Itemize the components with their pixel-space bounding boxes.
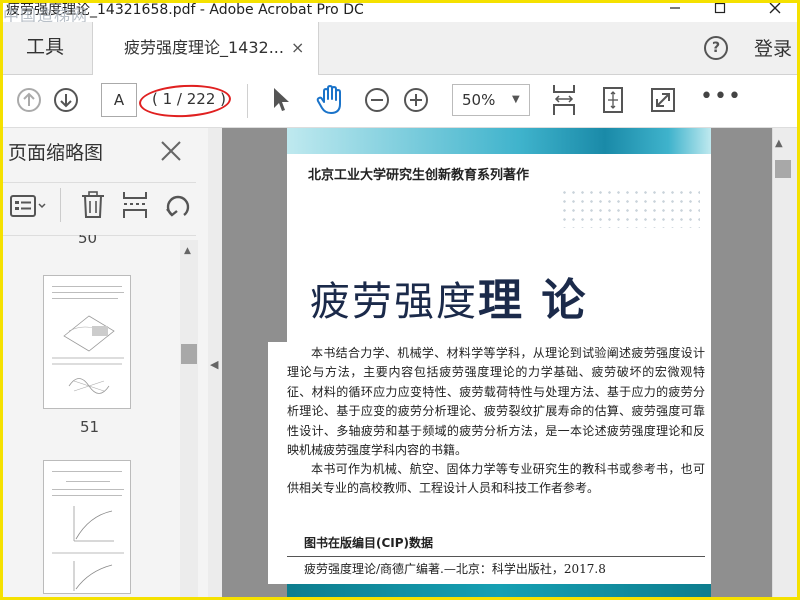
thumbnail-page-number: 51 bbox=[80, 418, 100, 436]
scroll-up-icon[interactable]: ▲ bbox=[775, 138, 783, 149]
cover-banner bbox=[287, 128, 711, 154]
decorative-dots bbox=[560, 188, 700, 228]
next-page-button[interactable] bbox=[53, 87, 79, 117]
insert-page-button[interactable] bbox=[121, 190, 149, 224]
minimize-button[interactable] bbox=[652, 0, 698, 20]
zoom-level-value: 50% bbox=[462, 91, 496, 109]
chevron-left-icon: ◀ bbox=[210, 358, 219, 371]
cursor-arrow-icon bbox=[274, 88, 289, 111]
thumbnail-scrollbar[interactable] bbox=[180, 240, 198, 600]
expand-icon bbox=[651, 88, 675, 112]
fit-width-icon bbox=[553, 85, 575, 115]
close-icon bbox=[161, 141, 181, 161]
book-title-part1: 疲劳强度 bbox=[310, 279, 478, 325]
zoom-in-icon bbox=[404, 88, 428, 112]
book-title: 疲劳强度理 论 bbox=[310, 264, 587, 328]
rotate-icon bbox=[166, 195, 190, 217]
thumbnail-list: 50 51 bbox=[0, 235, 180, 600]
document-scrollbar-thumb[interactable] bbox=[775, 160, 791, 178]
login-button[interactable]: 登录 bbox=[754, 22, 792, 76]
page-thumbnail[interactable] bbox=[43, 275, 131, 409]
cover-bottom-band bbox=[287, 584, 711, 600]
more-options-icon[interactable]: ••• bbox=[700, 82, 742, 112]
help-icon[interactable]: ? bbox=[704, 36, 728, 60]
previous-page-button[interactable] bbox=[16, 87, 42, 117]
maximize-button[interactable] bbox=[697, 0, 743, 20]
close-icon bbox=[769, 2, 781, 14]
page-number-input[interactable]: A bbox=[101, 83, 137, 117]
full-screen-button[interactable] bbox=[649, 86, 677, 118]
thumbnail-figure bbox=[52, 315, 124, 394]
tab-document-label: 疲劳强度理论_1432... bbox=[124, 38, 284, 57]
select-tool-button[interactable] bbox=[270, 86, 292, 118]
options-menu-icon bbox=[10, 195, 46, 217]
description-paragraph: 本书结合力学、机械学、材料学等学科，从理论到试验阐述疲劳强度设计理论与方法，主要… bbox=[287, 346, 705, 458]
zoom-out-icon bbox=[365, 88, 389, 112]
thumbnail-options-button[interactable] bbox=[10, 193, 48, 223]
minimize-icon bbox=[670, 7, 680, 9]
close-window-button[interactable] bbox=[752, 0, 798, 20]
window-title: 疲劳强度理论_14321658.pdf - Adobe Acrobat Pro … bbox=[6, 2, 364, 18]
hand-icon bbox=[316, 85, 341, 114]
page-thumbnail[interactable] bbox=[43, 460, 131, 594]
series-title: 北京工业大学研究生创新教育系列著作 bbox=[308, 168, 530, 183]
fit-page-button[interactable] bbox=[600, 86, 626, 118]
pane-close-button[interactable] bbox=[160, 136, 182, 169]
rotate-page-button[interactable] bbox=[163, 191, 193, 225]
cip-data-line: 疲劳强度理论/商德广编著.—北京：科学出版社，2017.8 bbox=[304, 562, 606, 576]
fit-page-icon bbox=[603, 87, 623, 113]
thumbnail-scrollbar-thumb[interactable] bbox=[181, 344, 197, 364]
hand-tool-button[interactable] bbox=[316, 84, 346, 120]
thumbnail-figure bbox=[52, 506, 124, 591]
toolbar-divider bbox=[247, 84, 248, 118]
pane-toolbar-divider bbox=[60, 188, 61, 222]
fit-width-button[interactable] bbox=[551, 83, 577, 121]
document-scrollbar[interactable] bbox=[772, 128, 797, 600]
thumbnail-page-number: 50 bbox=[78, 235, 98, 247]
scroll-up-icon[interactable]: ▲ bbox=[184, 246, 191, 256]
arrow-down-icon bbox=[54, 88, 78, 112]
zoom-out-button[interactable] bbox=[364, 87, 390, 117]
chevron-down-icon: ▼ bbox=[512, 94, 520, 105]
trash-icon bbox=[82, 191, 104, 218]
tab-close-button[interactable]: × bbox=[291, 22, 304, 74]
arrow-up-icon bbox=[17, 88, 41, 112]
zoom-in-button[interactable] bbox=[403, 87, 429, 117]
tab-tools[interactable]: 工具 bbox=[0, 22, 90, 74]
cip-heading: 图书在版编目(CIP)数据 bbox=[304, 536, 434, 550]
maximize-icon bbox=[714, 2, 726, 14]
delete-page-button[interactable] bbox=[80, 190, 106, 224]
insert-page-icon bbox=[123, 192, 147, 218]
book-title-part2: 理 论 bbox=[478, 275, 588, 326]
audience-paragraph: 本书可作为机械、航空、固体力学等专业研究生的教科书或参考书，也可供相关专业的高校… bbox=[287, 462, 705, 496]
pane-title: 页面缩略图 bbox=[8, 142, 104, 164]
